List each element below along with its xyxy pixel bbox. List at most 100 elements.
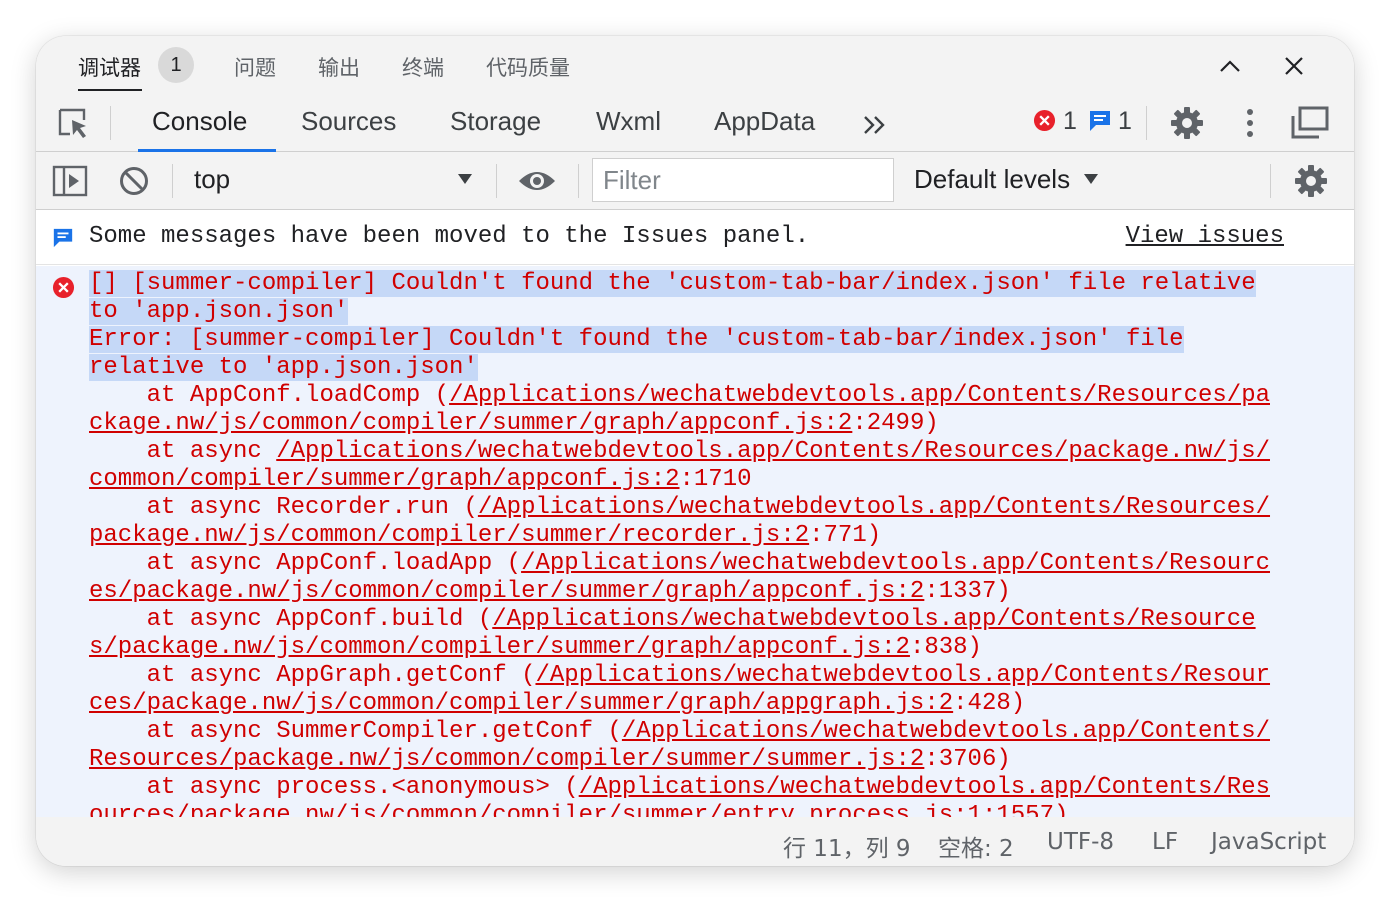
stack-frame: at async /Applications/wechatwebdevtools… bbox=[89, 438, 1270, 493]
settings-gear-icon[interactable] bbox=[1170, 106, 1204, 140]
stack-frame-position: :1337) bbox=[924, 578, 1011, 605]
error-icon bbox=[52, 276, 75, 299]
separator bbox=[1146, 106, 1147, 140]
message-count[interactable]: 1 bbox=[1118, 107, 1132, 136]
stack-frame-label: at async bbox=[89, 438, 277, 465]
sidebar-toggle-icon[interactable] bbox=[52, 165, 88, 197]
stack-frame-link[interactable]: /Applications/wechatwebdevtools.app/Cont… bbox=[622, 718, 1270, 745]
filter-box bbox=[592, 158, 894, 202]
dropdown-arrow-icon[interactable] bbox=[456, 172, 474, 186]
stack-frame-position: :2499) bbox=[852, 410, 939, 437]
panel-tab-bar: Console Sources Storage Wxml AppData 1 1 bbox=[36, 94, 1354, 152]
stack-frame-link[interactable]: /Applications/wechatwebdevtools.app/Cont… bbox=[521, 550, 1270, 577]
error-count[interactable]: 1 bbox=[1063, 107, 1077, 136]
inspect-element-icon[interactable] bbox=[56, 106, 92, 142]
file-encoding[interactable]: UTF-8 bbox=[1047, 829, 1114, 855]
separator bbox=[110, 106, 111, 140]
stack-frame: at async AppGraph.getConf (/Applications… bbox=[89, 662, 1270, 717]
chevron-up-icon[interactable] bbox=[1216, 52, 1244, 80]
stack-frame-position: :771) bbox=[809, 522, 882, 549]
tab-appdata[interactable]: AppData bbox=[714, 106, 815, 137]
stack-frame: at async Recorder.run (/Applications/wec… bbox=[89, 494, 1270, 549]
levels-dropdown-arrow-icon[interactable] bbox=[1082, 172, 1100, 186]
stack-frame-link[interactable]: /Applications/wechatwebdevtools.app/Cont… bbox=[449, 382, 1270, 409]
stack-frame-label: at async process.<anonymous> ( bbox=[89, 774, 579, 801]
filter-input[interactable] bbox=[593, 159, 893, 201]
tab-sources[interactable]: Sources bbox=[301, 106, 396, 137]
error-line: to 'app.json.json' bbox=[89, 298, 349, 325]
stack-frame-position: :1557) bbox=[981, 802, 1069, 817]
stack-frame-link[interactable]: es/package.nw/js/common/compiler/summer/… bbox=[89, 578, 924, 605]
devtools-window: 调试器 1 问题 输出 终端 代码质量 Console Sources Stor… bbox=[36, 36, 1354, 866]
tab-code-quality[interactable]: 代码质量 bbox=[486, 52, 570, 82]
tab-debugger[interactable]: 调试器 bbox=[78, 52, 141, 82]
view-issues-link[interactable]: View issues bbox=[1126, 223, 1284, 250]
error-line: [] [summer-compiler] Couldn't found the … bbox=[89, 270, 1256, 297]
stack-frame-link[interactable]: ces/package.nw/js/common/compiler/summer… bbox=[89, 690, 953, 717]
error-line: Error: [summer-compiler] Couldn't found … bbox=[89, 326, 1184, 353]
tab-wxml[interactable]: Wxml bbox=[596, 106, 661, 137]
separator bbox=[1270, 164, 1271, 198]
top-tab-bar: 调试器 1 问题 输出 终端 代码质量 bbox=[36, 36, 1354, 94]
message-icon[interactable] bbox=[1088, 109, 1112, 133]
tab-storage[interactable]: Storage bbox=[450, 106, 541, 137]
indentation-setting[interactable]: 空格: 2 bbox=[938, 829, 1014, 863]
error-message-block: [] [summer-compiler] Couldn't found the … bbox=[36, 266, 1354, 817]
stack-frame-label: at async Recorder.run ( bbox=[89, 494, 478, 521]
stack-frame-label: at async AppConf.loadApp ( bbox=[89, 550, 522, 577]
more-options-icon[interactable] bbox=[1238, 106, 1262, 140]
stack-frame-link[interactable]: /Applications/wechatwebdevtools.app/Cont… bbox=[492, 606, 1255, 633]
stack-frame-position: :1710 bbox=[679, 466, 752, 493]
editor-status-bar: 行 11，列 9 空格: 2 UTF-8 LF JavaScript bbox=[36, 817, 1354, 866]
error-icon[interactable] bbox=[1033, 109, 1056, 132]
stack-frame-link[interactable]: /Applications/wechatwebdevtools.app/Cont… bbox=[478, 494, 1270, 521]
more-tabs-icon[interactable] bbox=[862, 114, 888, 136]
stack-frame-link[interactable]: ources/package.nw/js/common/compiler/sum… bbox=[89, 802, 982, 817]
stack-frame-position: :428) bbox=[953, 690, 1026, 717]
stack-frame-position: :838) bbox=[909, 634, 982, 661]
error-line: relative to 'app.json.json' bbox=[89, 354, 478, 381]
info-message-icon bbox=[53, 228, 73, 248]
context-selector[interactable]: top bbox=[194, 164, 230, 195]
stack-frame-link[interactable]: Resources/package.nw/js/common/compiler/… bbox=[89, 746, 924, 773]
stack-frame-link[interactable]: package.nw/js/common/compiler/summer/rec… bbox=[89, 522, 809, 549]
console-output[interactable]: Some messages have been moved to the Iss… bbox=[36, 211, 1354, 817]
stack-frame-link[interactable]: /Applications/wechatwebdevtools.app/Cont… bbox=[535, 662, 1270, 689]
stack-frame-link[interactable]: common/compiler/summer/graph/appconf.js:… bbox=[89, 466, 680, 493]
cursor-position[interactable]: 行 11，列 9 bbox=[783, 829, 911, 863]
tab-output[interactable]: 输出 bbox=[318, 52, 360, 82]
separator bbox=[496, 164, 497, 198]
stack-frame-link[interactable]: ckage.nw/js/common/compiler/summer/graph… bbox=[89, 410, 852, 437]
stack-frame-link[interactable]: /Applications/wechatwebdevtools.app/Cont… bbox=[579, 774, 1270, 801]
stack-frame: at async AppConf.build (/Applications/we… bbox=[89, 606, 1256, 661]
tab-issues[interactable]: 问题 bbox=[234, 52, 276, 82]
stack-frame-label: at AppConf.loadComp ( bbox=[89, 382, 450, 409]
undock-window-icon[interactable] bbox=[1290, 106, 1330, 140]
stack-frame-label: at async AppGraph.getConf ( bbox=[89, 662, 536, 689]
log-levels-dropdown[interactable]: Default levels bbox=[914, 164, 1070, 195]
separator bbox=[172, 164, 173, 198]
stack-frame: at async process.<anonymous> (/Applicati… bbox=[89, 774, 1270, 817]
stack-frame: at async SummerCompiler.getConf (/Applic… bbox=[89, 718, 1270, 773]
console-toolbar: top Default levels bbox=[36, 152, 1354, 210]
info-message-text: Some messages have been moved to the Iss… bbox=[89, 223, 810, 250]
stack-frame-position: :3706) bbox=[924, 746, 1011, 773]
stack-frame: at AppConf.loadComp (/Applications/wecha… bbox=[89, 382, 1270, 437]
active-tab-indicator bbox=[78, 89, 142, 91]
stack-frame: at async AppConf.loadApp (/Applications/… bbox=[89, 550, 1270, 605]
stack-frame-label: at async AppConf.build ( bbox=[89, 606, 493, 633]
tab-console[interactable]: Console bbox=[152, 106, 247, 137]
close-icon[interactable] bbox=[1280, 52, 1308, 80]
eye-icon[interactable] bbox=[516, 166, 558, 196]
tab-terminal[interactable]: 终端 bbox=[402, 52, 444, 82]
clear-console-icon[interactable] bbox=[118, 165, 150, 197]
separator bbox=[578, 164, 579, 198]
stack-frame-link[interactable]: /Applications/wechatwebdevtools.app/Cont… bbox=[276, 438, 1270, 465]
stack-frame-label: at async SummerCompiler.getConf ( bbox=[89, 718, 622, 745]
stack-frame-link[interactable]: s/package.nw/js/common/compiler/summer/g… bbox=[89, 634, 910, 661]
debugger-badge: 1 bbox=[158, 47, 194, 83]
info-message-row: Some messages have been moved to the Iss… bbox=[36, 211, 1354, 265]
language-mode[interactable]: JavaScript bbox=[1211, 829, 1326, 855]
console-settings-gear-icon[interactable] bbox=[1294, 164, 1328, 198]
line-ending[interactable]: LF bbox=[1152, 829, 1178, 855]
